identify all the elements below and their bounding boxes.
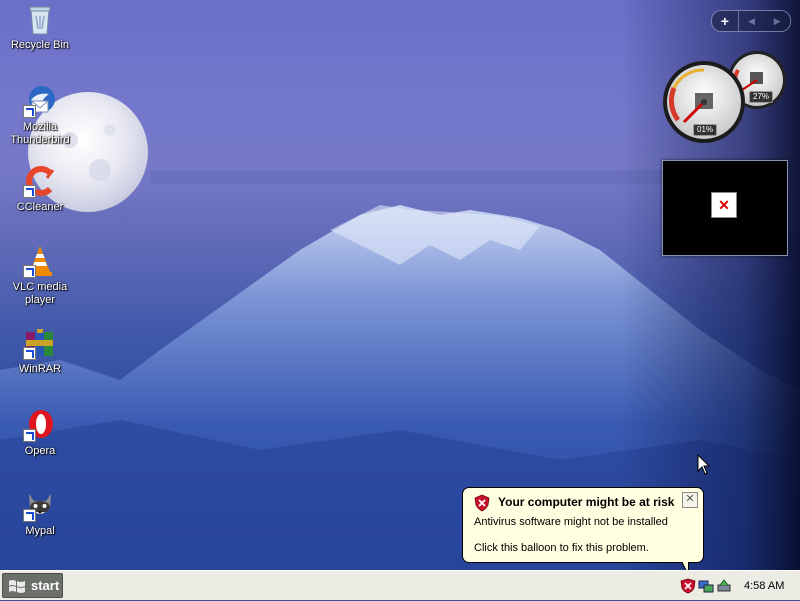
desktop-icon-winrar[interactable]: WinRAR <box>0 326 80 376</box>
mypal-raccoon-icon <box>23 488 57 522</box>
shortcut-arrow-icon <box>23 509 36 522</box>
shortcut-arrow-icon <box>23 347 36 360</box>
desktop-icon-mypal[interactable]: Mypal <box>0 488 80 538</box>
previous-page-button[interactable]: ◀ <box>739 11 765 31</box>
ccleaner-icon <box>23 164 57 198</box>
system-clock[interactable]: 4:58 AM <box>744 580 784 592</box>
thunderbird-icon <box>23 84 57 118</box>
cpu-percent-label: 01% <box>693 124 718 136</box>
start-label: start <box>31 578 60 593</box>
security-center-icon[interactable] <box>680 578 696 594</box>
add-gadget-button[interactable]: + <box>712 11 739 31</box>
broken-image-icon: ✕ <box>711 192 737 218</box>
close-icon[interactable]: ✕ <box>682 492 698 508</box>
shortcut-arrow-icon <box>23 185 36 198</box>
security-alert-balloon[interactable]: Your computer might be at risk ✕ Antivir… <box>462 487 704 576</box>
shortcut-arrow-icon <box>23 429 36 442</box>
system-tray: 4:58 AM <box>678 571 800 601</box>
desktop-icon-label: CCleaner <box>16 201 64 213</box>
desktop-icon-recycle-bin[interactable]: Recycle Bin <box>0 2 80 52</box>
taskbar: start 4:58 AM <box>0 570 800 600</box>
sidebar-toolbar: + ◀ ▶ <box>711 10 791 32</box>
winrar-books-icon <box>23 326 57 360</box>
memory-percent-label: 27% <box>749 91 774 103</box>
desktop-icon-vlc[interactable]: VLC media player <box>0 244 80 307</box>
desktop-icon-label: VLC media player <box>12 281 68 306</box>
next-page-button[interactable]: ▶ <box>764 11 790 31</box>
windows-flag-icon <box>9 579 25 593</box>
start-button[interactable]: start <box>2 573 63 598</box>
balloon-title: Your computer might be at risk <box>498 495 675 509</box>
desktop-icon-thunderbird[interactable]: Mozilla Thunderbird <box>0 84 80 147</box>
desktop-icon-label: Mozilla Thunderbird <box>10 121 70 146</box>
cpu-meter-gadget[interactable]: 01% 27% <box>660 50 790 145</box>
shortcut-arrow-icon <box>23 105 36 118</box>
opera-icon <box>23 408 57 442</box>
desktop-icon-label: Recycle Bin <box>10 39 70 51</box>
balloon-fix-link[interactable]: Click this balloon to fix this problem. <box>474 542 649 554</box>
balloon-message: Antivirus software might not be installe… <box>474 516 668 528</box>
desktop-icon-ccleaner[interactable]: CCleaner <box>0 164 80 214</box>
desktop-icon-label: Opera <box>24 445 56 457</box>
security-shield-icon <box>474 494 490 512</box>
network-icon[interactable] <box>698 578 714 594</box>
slideshow-gadget[interactable]: ✕ <box>662 160 788 256</box>
desktop-icon-label: Mypal <box>25 525 55 537</box>
safely-remove-hardware-icon[interactable] <box>716 578 732 594</box>
recycle-bin-icon <box>23 2 57 36</box>
mouse-cursor-icon <box>697 454 711 475</box>
shortcut-arrow-icon <box>23 265 36 278</box>
vlc-cone-icon <box>23 244 57 278</box>
desktop-icon-label: WinRAR <box>18 363 62 375</box>
desktop-icon-opera[interactable]: Opera <box>0 408 80 458</box>
